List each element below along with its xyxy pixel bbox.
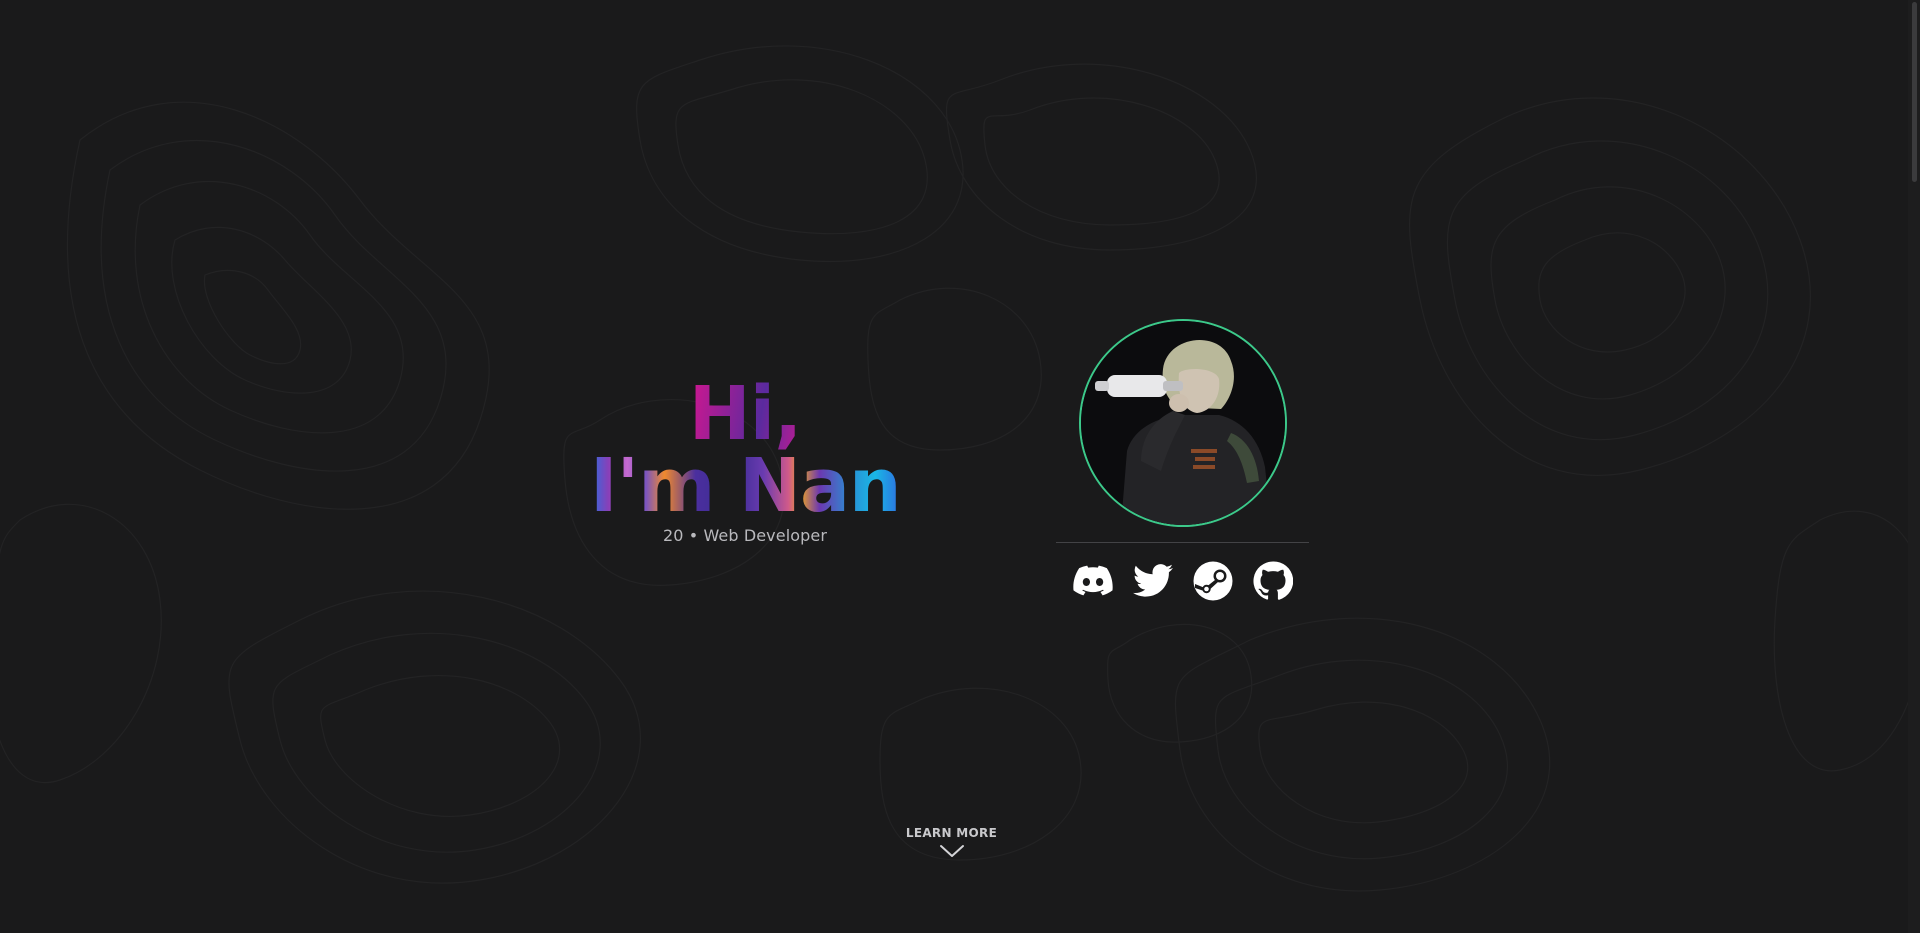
- discord-icon: [1073, 565, 1113, 596]
- twitter-link[interactable]: [1131, 559, 1175, 603]
- steam-icon: [1193, 561, 1233, 601]
- twitter-icon: [1133, 564, 1173, 597]
- name-heading: I'm Nano: [590, 443, 951, 529]
- github-icon: [1253, 561, 1293, 600]
- avatar-image: [1081, 321, 1285, 525]
- topographic-background: [0, 45, 1920, 892]
- social-divider: [1056, 542, 1309, 543]
- learn-more-button[interactable]: LEARN MORE: [860, 826, 1043, 858]
- steam-link[interactable]: [1191, 559, 1235, 603]
- learn-more-label: LEARN MORE: [905, 826, 998, 840]
- discord-link[interactable]: [1071, 559, 1115, 603]
- profile-avatar: [1079, 319, 1287, 527]
- github-link[interactable]: [1251, 559, 1295, 603]
- social-links: [1071, 559, 1295, 603]
- hero-intro: Hi, I'm Nano 20 • Web Developer: [590, 377, 951, 545]
- chevron-down-icon: [939, 845, 964, 857]
- scrollbar-thumb[interactable]: [1912, 2, 1917, 182]
- landing-page: Hi, I'm Nano 20 • Web Developer LEARN MO…: [0, 0, 1920, 933]
- scrollbar[interactable]: [1908, 0, 1920, 933]
- greeting-heading: Hi,: [590, 377, 900, 451]
